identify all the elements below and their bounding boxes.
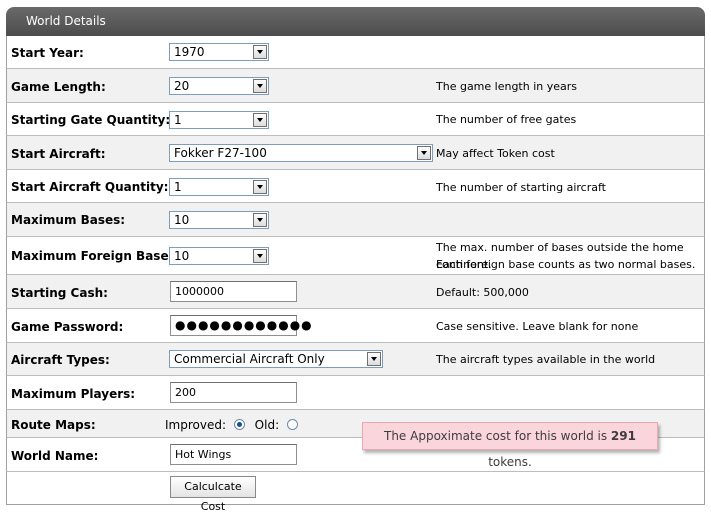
row-game-password: Game Password: ●●●●●●●●●●●● Case sensiti… xyxy=(6,309,705,343)
max-players-input[interactable]: 200 xyxy=(170,382,297,403)
game-length-label: Game Length: xyxy=(11,80,106,94)
game-password-input[interactable]: ●●●●●●●●●●●● xyxy=(170,315,312,336)
starting-cash-help: Default: 500,000 xyxy=(436,286,529,299)
cost-estimate-suffix: tokens. xyxy=(488,455,532,469)
world-name-label: World Name: xyxy=(11,449,99,463)
row-start-year: Start Year: 1970 xyxy=(6,36,705,69)
start-year-select[interactable]: 1970 xyxy=(169,43,269,61)
route-maps-improved-label: Improved: xyxy=(165,418,227,432)
row-actions: Calculcate Cost xyxy=(6,472,705,513)
max-players-value: 200 xyxy=(175,386,196,399)
start-aircraft-select[interactable]: Fokker F27-100 xyxy=(169,144,433,162)
chevron-down-icon[interactable] xyxy=(253,45,267,59)
gate-quantity-label: Starting Gate Quantity: xyxy=(11,113,171,127)
cost-estimate-prefix: The Appoximate cost for this world is xyxy=(384,429,611,443)
panel-title: World Details xyxy=(26,14,106,28)
route-maps-improved-radio[interactable] xyxy=(233,419,245,430)
row-game-length: Game Length: 20 The game length in years xyxy=(6,69,705,103)
row-aircraft-quantity: Start Aircraft Quantity: 1 The number of… xyxy=(6,170,705,203)
row-gate-quantity: Starting Gate Quantity: 1 The number of … xyxy=(6,103,705,136)
panel-header: World Details xyxy=(6,7,705,36)
max-bases-label: Maximum Bases: xyxy=(11,213,126,227)
aircraft-types-select[interactable]: Commercial Aircraft Only xyxy=(169,350,383,368)
aircraft-quantity-value: 1 xyxy=(174,180,182,194)
route-maps-old-radio[interactable] xyxy=(286,419,298,430)
aircraft-types-help: The aircraft types available in the worl… xyxy=(436,353,656,366)
aircraft-types-value: Commercial Aircraft Only xyxy=(174,352,325,366)
game-length-help: The game length in years xyxy=(436,80,578,93)
starting-cash-input[interactable]: 1000000 xyxy=(170,281,297,302)
chevron-down-icon[interactable] xyxy=(253,180,267,194)
start-year-label: Start Year: xyxy=(11,46,84,60)
chevron-down-icon[interactable] xyxy=(367,352,381,366)
row-max-foreign-bases: Maximum Foreign Bases: 10 The max. numbe… xyxy=(6,237,705,275)
chevron-down-icon[interactable] xyxy=(253,79,267,93)
starting-cash-label: Starting Cash: xyxy=(11,286,108,300)
game-password-help: Case sensitive. Leave blank for none xyxy=(436,320,639,333)
max-bases-value: 10 xyxy=(174,213,190,227)
aircraft-quantity-label: Start Aircraft Quantity: xyxy=(11,180,169,194)
max-players-label: Maximum Players: xyxy=(11,387,136,401)
chevron-down-icon[interactable] xyxy=(253,213,267,227)
game-password-value: ●●●●●●●●●●●● xyxy=(175,318,313,332)
world-name-value: Hot Wings xyxy=(175,448,232,461)
start-year-value: 1970 xyxy=(174,45,205,59)
game-length-value: 20 xyxy=(174,79,190,93)
starting-cash-value: 1000000 xyxy=(175,285,224,298)
max-foreign-bases-value: 10 xyxy=(174,249,190,263)
game-length-select[interactable]: 20 xyxy=(169,77,269,95)
chevron-down-icon[interactable] xyxy=(253,249,267,263)
max-bases-select[interactable]: 10 xyxy=(169,211,269,229)
aircraft-quantity-select[interactable]: 1 xyxy=(169,178,269,196)
start-aircraft-label: Start Aircraft: xyxy=(11,147,106,161)
aircraft-quantity-help: The number of starting aircraft xyxy=(436,181,606,194)
gate-quantity-help: The number of free gates xyxy=(436,113,577,126)
max-foreign-bases-label: Maximum Foreign Bases: xyxy=(11,249,181,263)
route-maps-options: Improved: Old: xyxy=(165,418,304,432)
gate-quantity-select[interactable]: 1 xyxy=(169,111,269,129)
cost-estimate-tooltip: The Appoximate cost for this world is 29… xyxy=(362,422,658,469)
chevron-down-icon[interactable] xyxy=(253,113,267,127)
row-max-bases: Maximum Bases: 10 xyxy=(6,203,705,237)
max-foreign-bases-help-2: Each foreign base counts as two normal b… xyxy=(436,258,696,271)
start-aircraft-value: Fokker F27-100 xyxy=(174,146,267,160)
route-maps-old-label: Old: xyxy=(254,418,280,432)
start-aircraft-help: May affect Token cost xyxy=(436,147,555,160)
row-aircraft-types: Aircraft Types: Commercial Aircraft Only… xyxy=(6,343,705,376)
cost-estimate-tokens: 291 xyxy=(610,429,636,443)
aircraft-types-label: Aircraft Types: xyxy=(11,353,110,367)
max-foreign-bases-select[interactable]: 10 xyxy=(169,247,269,265)
row-max-players: Maximum Players: 200 xyxy=(6,376,705,410)
route-maps-label: Route Maps: xyxy=(11,418,96,432)
game-password-label: Game Password: xyxy=(11,320,124,334)
calculate-cost-button[interactable]: Calculcate Cost xyxy=(170,476,256,513)
row-start-aircraft: Start Aircraft: Fokker F27-100 May affec… xyxy=(6,136,705,170)
gate-quantity-value: 1 xyxy=(174,113,182,127)
world-name-input[interactable]: Hot Wings xyxy=(170,444,297,465)
chevron-down-icon[interactable] xyxy=(417,146,431,160)
row-starting-cash: Starting Cash: 1000000 Default: 500,000 xyxy=(6,275,705,309)
